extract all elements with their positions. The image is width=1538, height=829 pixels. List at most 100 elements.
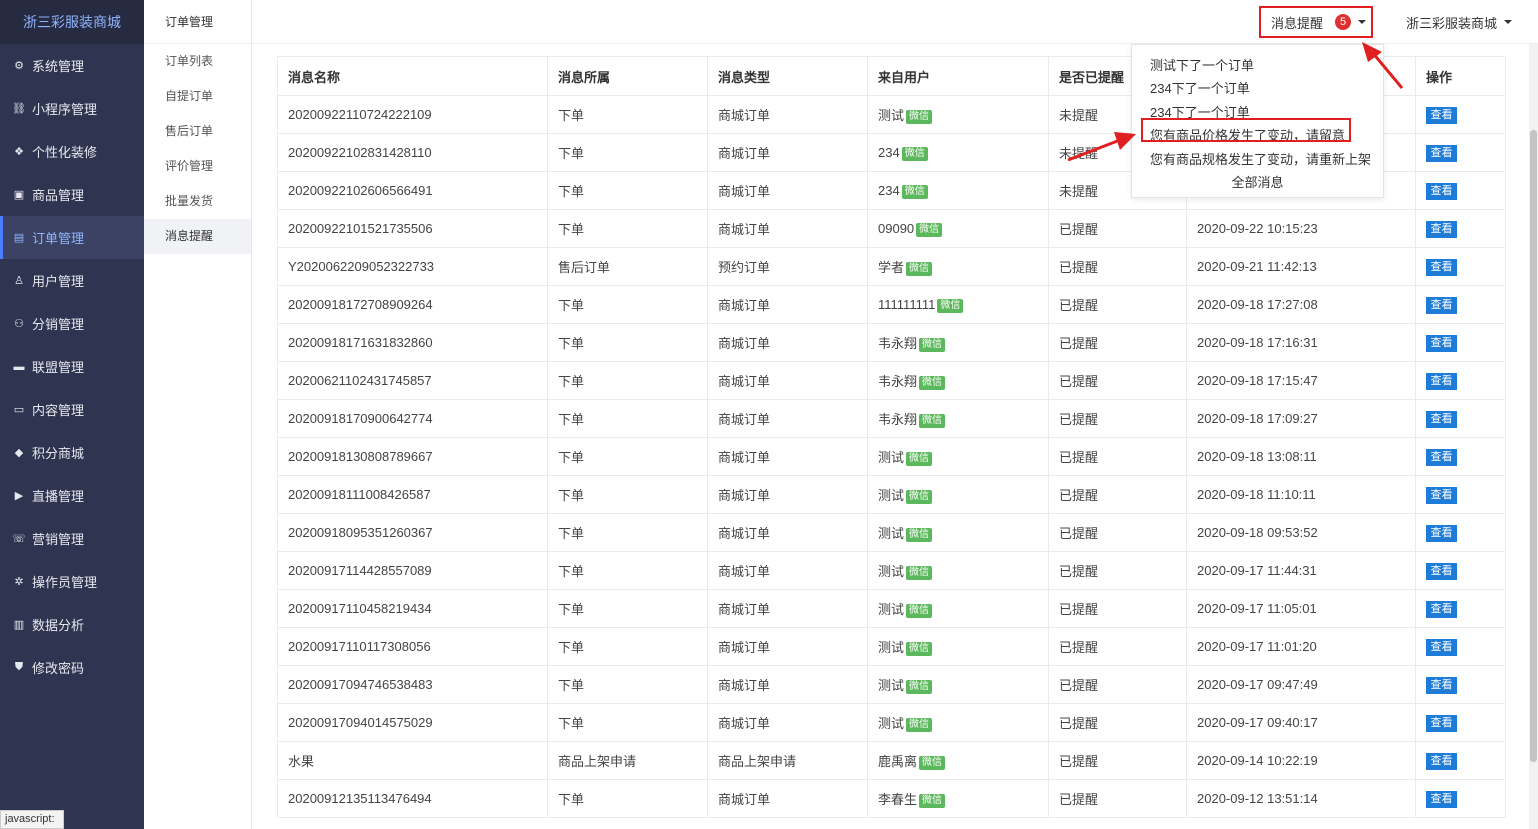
- view-button[interactable]: 查看: [1426, 790, 1457, 808]
- from-user-cell: 测试 微信: [867, 627, 1049, 666]
- from-user-cell: 韦永翔 微信: [867, 399, 1049, 438]
- table-row: 20200917094014575029 下单 商城订单 测试 微信 已提醒 2020-09…: [277, 703, 1506, 742]
- table-cell: 商城订单: [707, 323, 868, 362]
- dropdown-message-item[interactable]: 测试下了一个订单: [1150, 55, 1254, 74]
- sidebar-item-label: 订单管理: [32, 231, 85, 246]
- view-button[interactable]: 查看: [1426, 410, 1457, 428]
- subnav-item[interactable]: 批量发货: [144, 184, 251, 219]
- sidebar-item[interactable]: ☏ 营销管理: [0, 517, 144, 560]
- table-cell: 售后订单: [547, 247, 708, 286]
- view-button[interactable]: 查看: [1426, 182, 1457, 200]
- view-button[interactable]: 查看: [1426, 562, 1457, 580]
- link-icon: ⛓: [12, 103, 26, 115]
- table-cell: 商城订单: [707, 133, 868, 172]
- action-cell: 查看: [1415, 209, 1506, 248]
- table-cell: 2020-09-18 13:08:11: [1186, 437, 1416, 476]
- table-cell: 商城订单: [707, 589, 868, 628]
- sidebar-item[interactable]: ⛊ 修改密码: [0, 646, 144, 689]
- view-button[interactable]: 查看: [1426, 486, 1457, 504]
- wechat-tag: 微信: [906, 528, 933, 542]
- subnav-list: 订单列表 自提订单 售后订单 评价管理 批量发货 消息提醒: [144, 44, 251, 254]
- sidebar-item[interactable]: ⛓ 小程序管理: [0, 87, 144, 130]
- table-cell: 20200917094014575029: [277, 703, 548, 742]
- sidebar-item[interactable]: ▬ 联盟管理: [0, 345, 144, 388]
- subnav-item[interactable]: 售后订单: [144, 114, 251, 149]
- table-cell: 下单: [547, 627, 708, 666]
- sidebar-item-label: 修改密码: [32, 661, 85, 676]
- annotation-highlight-box: [1141, 118, 1351, 142]
- table-cell: 水果: [277, 741, 548, 780]
- view-button[interactable]: 查看: [1426, 524, 1457, 542]
- action-cell: 查看: [1415, 247, 1506, 286]
- shield-icon: ⛊: [14, 661, 24, 673]
- network-icon: ⚇: [14, 318, 24, 330]
- table-cell: 2020-09-18 11:10:11: [1186, 475, 1416, 514]
- view-button[interactable]: 查看: [1426, 676, 1457, 694]
- sidebar-item[interactable]: ▤ 订单管理: [0, 216, 144, 259]
- view-button[interactable]: 查看: [1426, 258, 1457, 276]
- sidebar-item[interactable]: ❖ 个性化装修: [0, 130, 144, 173]
- all-messages-link[interactable]: 全部消息: [1132, 172, 1383, 191]
- dropdown-message-item[interactable]: 您有商品规格发生了变动，请重新上架: [1150, 149, 1371, 168]
- table-cell: 20200917094746538483: [277, 665, 548, 704]
- wechat-tag: 微信: [919, 794, 946, 808]
- from-user-cell: 测试 微信: [867, 551, 1049, 590]
- sidebar-item[interactable]: ◆ 积分商城: [0, 431, 144, 474]
- sidebar-item[interactable]: ▶ 直播管理: [0, 474, 144, 517]
- table-cell: 20200918111008426587: [277, 475, 548, 514]
- user-account-menu[interactable]: 浙三彩服装商城: [1406, 12, 1513, 32]
- dropdown-message-item[interactable]: 234下了一个订单: [1150, 78, 1250, 97]
- table-cell: 下单: [547, 171, 708, 210]
- user-name: 测试: [878, 526, 905, 541]
- table-cell: 已提醒: [1048, 247, 1187, 286]
- view-button[interactable]: 查看: [1426, 600, 1457, 618]
- sidebar-item-label: 内容管理: [32, 403, 85, 418]
- scrollbar-thumb[interactable]: [1530, 130, 1537, 762]
- vertical-scrollbar[interactable]: [1529, 44, 1538, 829]
- column-header: 消息所属: [547, 56, 708, 96]
- view-button[interactable]: 查看: [1426, 144, 1457, 162]
- table-row: 20200918172708909264 下单 商城订单 111111111 微信 已提醒…: [277, 285, 1506, 324]
- table-cell: 20200918130808789667: [277, 437, 548, 476]
- subnav-item[interactable]: 订单列表: [144, 44, 251, 79]
- view-button[interactable]: 查看: [1426, 752, 1457, 770]
- table-cell: 已提醒: [1048, 209, 1187, 248]
- sidebar-item[interactable]: ♙ 用户管理: [0, 259, 144, 302]
- wechat-tag: 微信: [919, 414, 946, 428]
- table-row: 20200918111008426587 下单 商城订单 测试 微信 已提醒 2020-09…: [277, 475, 1506, 514]
- table-cell: 商品上架申请: [547, 741, 708, 780]
- sidebar-item[interactable]: ✲ 操作员管理: [0, 560, 144, 603]
- action-cell: 查看: [1415, 665, 1506, 704]
- subnav-item[interactable]: 消息提醒: [144, 219, 251, 254]
- user-name: 09090: [878, 220, 915, 236]
- view-button[interactable]: 查看: [1426, 106, 1457, 124]
- view-button[interactable]: 查看: [1426, 220, 1457, 238]
- sidebar-item-label: 商品管理: [32, 188, 85, 203]
- view-button[interactable]: 查看: [1426, 334, 1457, 352]
- sidebar-item[interactable]: ⚙ 系统管理: [0, 44, 144, 87]
- table-row: 20200917114428557089 下单 商城订单 测试 微信 已提醒 2020-09…: [277, 551, 1506, 590]
- from-user-cell: 测试 微信: [867, 437, 1049, 476]
- view-button[interactable]: 查看: [1426, 448, 1457, 466]
- table-cell: 商城订单: [707, 285, 868, 324]
- message-reminder-button[interactable]: 消息提醒 5: [1259, 6, 1373, 38]
- table-cell: 已提醒: [1048, 361, 1187, 400]
- view-button[interactable]: 查看: [1426, 372, 1457, 390]
- sidebar-item[interactable]: ▣ 商品管理: [0, 173, 144, 216]
- diamond-icon: ❖: [14, 146, 24, 158]
- view-button[interactable]: 查看: [1426, 638, 1457, 656]
- from-user-cell: 测试 微信: [867, 703, 1049, 742]
- sidebar-item[interactable]: ⚇ 分销管理: [0, 302, 144, 345]
- view-button[interactable]: 查看: [1426, 296, 1457, 314]
- table-cell: 商城订单: [707, 551, 868, 590]
- message-reminder-label: 消息提醒: [1271, 15, 1324, 31]
- table-cell: 商城订单: [707, 513, 868, 552]
- wechat-tag: 微信: [906, 718, 933, 732]
- subnav-item[interactable]: 评价管理: [144, 149, 251, 184]
- user-name: 234: [878, 144, 900, 160]
- subnav-item[interactable]: 自提订单: [144, 79, 251, 114]
- sidebar-item[interactable]: ▥ 数据分析: [0, 603, 144, 646]
- sidebar-item[interactable]: ▭ 内容管理: [0, 388, 144, 431]
- view-button[interactable]: 查看: [1426, 714, 1457, 732]
- brand-logo[interactable]: 浙三彩服装商城: [0, 0, 144, 44]
